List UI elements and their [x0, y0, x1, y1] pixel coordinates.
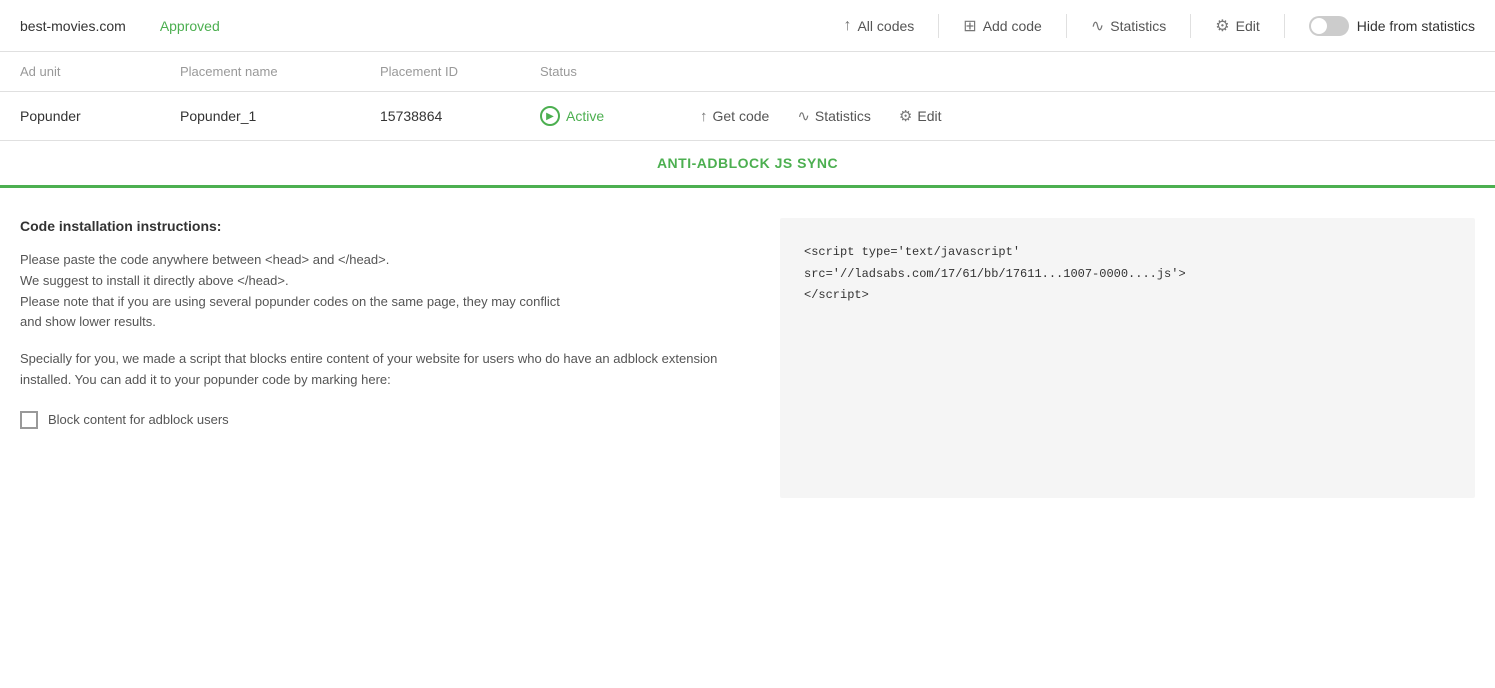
toggle-slider[interactable] — [1309, 16, 1349, 36]
anti-adblock-title: ANTI-ADBLOCK JS SYNC — [657, 155, 838, 171]
edit-gear-icon: ⚙ — [899, 107, 912, 125]
get-code-action[interactable]: ↑ Get code — [700, 108, 769, 125]
add-code-button[interactable]: ⊞ Add code — [963, 16, 1042, 36]
edit-button[interactable]: ⚙ Edit — [1215, 16, 1259, 36]
statistics-action[interactable]: ∿ Statistics — [797, 107, 871, 125]
plus-box-icon: ⊞ — [963, 16, 976, 36]
row-status: ▶ Active — [540, 106, 700, 126]
block-adblock-checkbox[interactable] — [20, 411, 38, 429]
row-actions: ↑ Get code ∿ Statistics ⚙ Edit — [700, 107, 1475, 125]
row-ad-unit: Popunder — [20, 108, 180, 124]
hide-from-statistics-toggle-container: Hide from statistics — [1309, 16, 1475, 36]
divider-3 — [1190, 14, 1191, 38]
divider-4 — [1284, 14, 1285, 38]
top-bar: best-movies.com Approved ↑ All codes ⊞ A… — [0, 0, 1495, 52]
approval-status: Approved — [160, 18, 220, 34]
edit-action[interactable]: ⚙ Edit — [899, 107, 942, 125]
hide-from-statistics-toggle[interactable] — [1309, 16, 1349, 36]
table-row: Popunder Popunder_1 15738864 ▶ Active ↑ … — [0, 92, 1495, 141]
hide-from-statistics-label: Hide from statistics — [1357, 18, 1475, 34]
col-header-status: Status — [540, 64, 700, 79]
divider-2 — [1066, 14, 1067, 38]
col-header-placement-name: Placement name — [180, 64, 380, 79]
col-header-ad-unit: Ad unit — [20, 64, 180, 79]
get-code-icon: ↑ — [700, 108, 708, 125]
chart-icon: ∿ — [1091, 16, 1104, 36]
instructions-panel: Code installation instructions: Please p… — [20, 218, 740, 498]
instructions-text: Please paste the code anywhere between <… — [20, 250, 740, 333]
col-header-placement-id: Placement ID — [380, 64, 540, 79]
anti-adblock-bar: ANTI-ADBLOCK JS SYNC — [0, 141, 1495, 188]
row-placement-name: Popunder_1 — [180, 108, 380, 124]
site-name: best-movies.com — [20, 18, 126, 34]
gear-icon: ⚙ — [1215, 16, 1229, 36]
code-block: <script type='text/javascript' src='//la… — [804, 242, 1451, 307]
statistics-icon: ∿ — [797, 107, 810, 125]
table-header: Ad unit Placement name Placement ID Stat… — [0, 52, 1495, 92]
checkbox-row: Block content for adblock users — [20, 411, 740, 429]
divider-1 — [938, 14, 939, 38]
status-active-icon: ▶ — [540, 106, 560, 126]
instructions-special: Specially for you, we made a script that… — [20, 349, 740, 391]
status-active-label: Active — [566, 108, 604, 124]
arrow-up-icon: ↑ — [843, 17, 851, 35]
row-placement-id: 15738864 — [380, 108, 540, 124]
all-codes-button[interactable]: ↑ All codes — [843, 17, 914, 35]
statistics-button[interactable]: ∿ Statistics — [1091, 16, 1166, 36]
instructions-title: Code installation instructions: — [20, 218, 740, 234]
block-adblock-label: Block content for adblock users — [48, 412, 229, 427]
code-panel: <script type='text/javascript' src='//la… — [780, 218, 1475, 498]
content-section: Code installation instructions: Please p… — [0, 188, 1495, 528]
